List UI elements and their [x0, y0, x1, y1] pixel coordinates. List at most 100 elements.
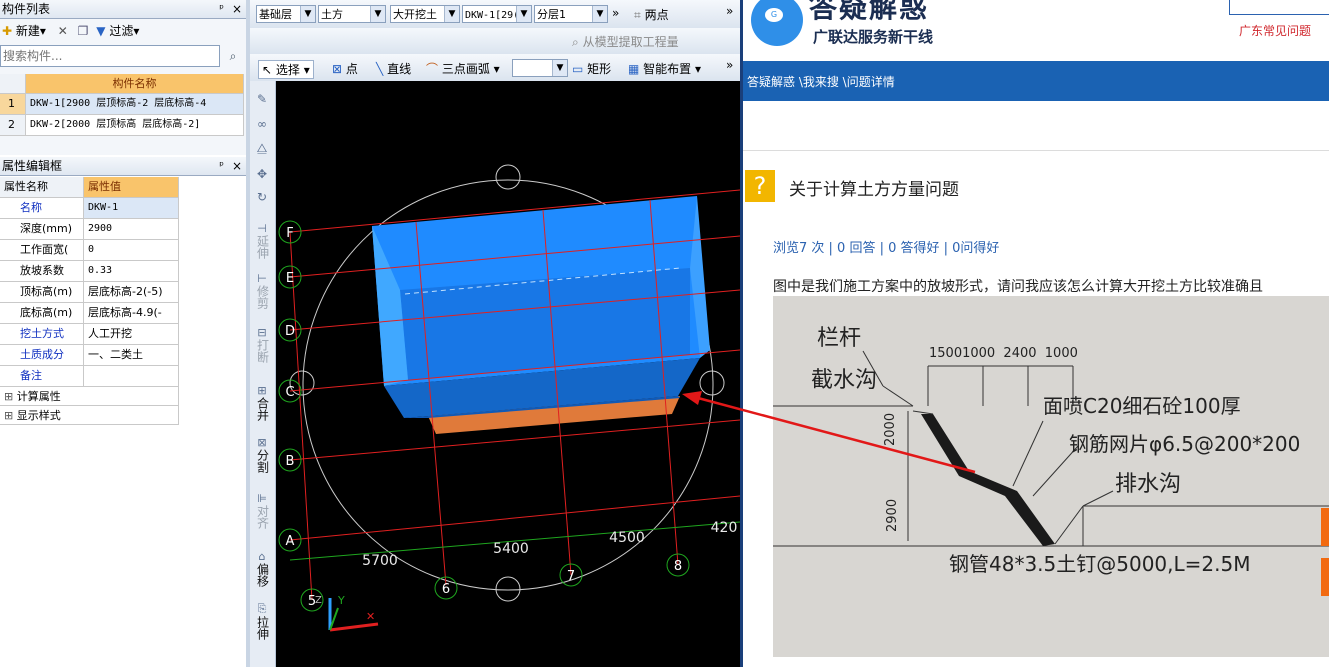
- tool-7[interactable]: ⎘ 拉伸: [252, 602, 272, 640]
- tool-label: 分割: [255, 449, 270, 473]
- two-point-button[interactable]: ⌗ 两点: [634, 6, 669, 23]
- move-icon[interactable]: ✥: [252, 167, 272, 181]
- viewport-3d[interactable]: FEDCBA 5678 5700 5400 4500 420 ✕ Y Z: [276, 81, 740, 667]
- cursor-icon: ↖: [262, 63, 273, 77]
- rect-button[interactable]: ▭ 矩形: [572, 60, 611, 77]
- mirror-icon[interactable]: ⧋: [252, 141, 272, 156]
- select-button[interactable]: ↖ 选择 ▾: [258, 60, 314, 79]
- property-value[interactable]: [84, 366, 179, 387]
- panel-title-text: 构件列表: [2, 2, 51, 16]
- search-icon[interactable]: ⌕: [222, 45, 244, 67]
- close-icon[interactable]: ×: [232, 157, 242, 175]
- new-button[interactable]: ✚ 新建▾: [2, 19, 46, 43]
- nav-bar: 答疑解惑 \我来搜 \问题详情: [743, 61, 1329, 101]
- axis-number-label: 6: [442, 582, 450, 597]
- arc-button[interactable]: ⌒ 三点画弧 ▾: [426, 60, 500, 77]
- axis-number-label: 8: [674, 559, 682, 574]
- expand-icon[interactable]: ⊞: [4, 390, 17, 403]
- tool-label: 合并: [255, 397, 270, 421]
- question-stats[interactable]: 浏览7 次 | 0 回答 | 0 答得好 | 0问得好: [773, 237, 999, 256]
- filter-icon: ▼: [96, 24, 106, 38]
- new-button-label: 新建: [15, 24, 40, 38]
- z-axis-label: Z: [315, 595, 322, 606]
- link-icon[interactable]: ∞: [252, 117, 272, 131]
- axis-letter-label: B: [286, 454, 295, 469]
- tool-0[interactable]: ⊣ 延伸: [252, 222, 272, 259]
- search-input[interactable]: [1, 46, 219, 66]
- type-select[interactable]: 大开挖土 ▼: [390, 5, 460, 23]
- property-value[interactable]: 一、二类土: [84, 345, 179, 366]
- header-property-value: 属性值: [84, 177, 179, 198]
- more-icon[interactable]: »: [726, 4, 733, 18]
- tool-6[interactable]: ⌂ 偏移: [252, 550, 272, 587]
- extract-quantity-button[interactable]: ⌕ 从模型提取工程量: [572, 33, 679, 50]
- layer-select[interactable]: 分层1 ▼: [534, 5, 608, 23]
- tool-1[interactable]: ⊢ 修剪: [252, 272, 272, 309]
- tool-2[interactable]: ⊟ 打断: [252, 326, 272, 363]
- toolbar-layer: 基础层 ▼ 土方 ▼ 大开挖土 ▼ DKW-1[29(▼ 分层1 ▼ » ⌗ 两点 »: [250, 0, 740, 29]
- property-group[interactable]: ⊞ 计算属性: [0, 387, 179, 406]
- header-property-name: 属性名称: [0, 177, 84, 198]
- tool-3[interactable]: ⊞ 合并: [252, 384, 272, 421]
- point-icon: ⊠: [332, 62, 343, 76]
- dimension-label: 420: [711, 520, 738, 536]
- rotation-handle[interactable]: [699, 370, 725, 396]
- table-row[interactable]: DKW-2[2000 层顶标高 层底标高-2]: [26, 115, 244, 136]
- question-icon: ?: [745, 170, 775, 202]
- more-icon[interactable]: »: [726, 58, 733, 72]
- tool-icon: ⊠: [257, 436, 267, 449]
- x-axis: [329, 622, 379, 632]
- property-value[interactable]: 2900: [84, 219, 179, 240]
- pin-icon[interactable]: ᵖ: [219, 157, 224, 175]
- tool-4[interactable]: ⊠ 分割: [252, 436, 272, 473]
- arc-icon: ⌒: [426, 62, 439, 76]
- property-value[interactable]: DKW-1: [84, 198, 179, 219]
- property-value[interactable]: 人工开挖: [84, 324, 179, 345]
- rotate-icon[interactable]: ↻: [252, 190, 272, 204]
- panel-title-property: 属性编辑框 ᵖ ×: [0, 157, 246, 176]
- floor-select[interactable]: 基础层 ▼: [256, 5, 316, 23]
- logo-subtitle: 广联达服务新干线: [813, 28, 934, 46]
- pin-icon[interactable]: ᵖ: [219, 0, 224, 18]
- point-button[interactable]: ⊠ 点: [332, 60, 358, 77]
- mascot-icon: G: [751, 0, 803, 46]
- expand-icon[interactable]: ⊞: [4, 409, 17, 422]
- column-header-name: 构件名称: [26, 74, 244, 94]
- rotation-handle[interactable]: [495, 164, 521, 190]
- property-value[interactable]: 0: [84, 240, 179, 261]
- rotation-handle[interactable]: [495, 576, 521, 602]
- property-group[interactable]: ⊞ 显示样式: [0, 406, 179, 425]
- top-link[interactable]: 广东常见问题: [1239, 22, 1311, 39]
- header-search-box[interactable]: [1229, 0, 1329, 15]
- tool-label: 延伸: [255, 235, 270, 259]
- line-button[interactable]: ╲ 直线: [376, 60, 411, 77]
- property-name: 深度(mm): [0, 219, 84, 240]
- dimension-label: 5400: [493, 541, 529, 557]
- smart-layout-button[interactable]: ▦ 智能布置 ▾: [628, 60, 701, 77]
- breadcrumb[interactable]: 答疑解惑 \我来搜 \问题详情: [747, 73, 895, 90]
- property-name: 土质成分: [0, 345, 84, 366]
- category-select[interactable]: 土方 ▼: [318, 5, 386, 23]
- search-input-box[interactable]: [0, 45, 220, 67]
- delete-icon[interactable]: ✕: [58, 24, 68, 38]
- filter-button[interactable]: ▼ 过滤▾: [96, 24, 139, 38]
- axis-number-label: 7: [567, 569, 575, 584]
- property-value[interactable]: 0.33: [84, 261, 179, 282]
- copy-icon[interactable]: ❐: [78, 24, 89, 38]
- slope-profile: [921, 414, 1055, 546]
- label-dim-2000: 2000: [883, 412, 898, 446]
- viewport-canvas[interactable]: FEDCBA 5678 570054004500420 ✕ Y Z: [276, 81, 740, 667]
- property-value[interactable]: 层底标高-4.9(-: [84, 303, 179, 324]
- property-value[interactable]: 层底标高-2(-5): [84, 282, 179, 303]
- pencil-icon[interactable]: ✎: [252, 92, 272, 106]
- tool-icon: ⌂: [258, 550, 266, 563]
- table-row[interactable]: DKW-1[2900 层顶标高-2 层底标高-4: [26, 94, 244, 115]
- component-select[interactable]: DKW-1[29(▼: [462, 5, 532, 23]
- label-dim-2900: 2900: [885, 498, 900, 532]
- label-drain-ditch: 排水沟: [1115, 472, 1182, 497]
- more-icon[interactable]: »: [612, 6, 619, 20]
- arc-option-select[interactable]: ▼: [512, 59, 568, 77]
- component-toolbar: ✚ 新建▾ ✕ ❐ ▼ 过滤▾: [0, 19, 246, 43]
- tool-5[interactable]: ⊫ 对齐: [252, 492, 272, 529]
- close-icon[interactable]: ×: [232, 0, 242, 18]
